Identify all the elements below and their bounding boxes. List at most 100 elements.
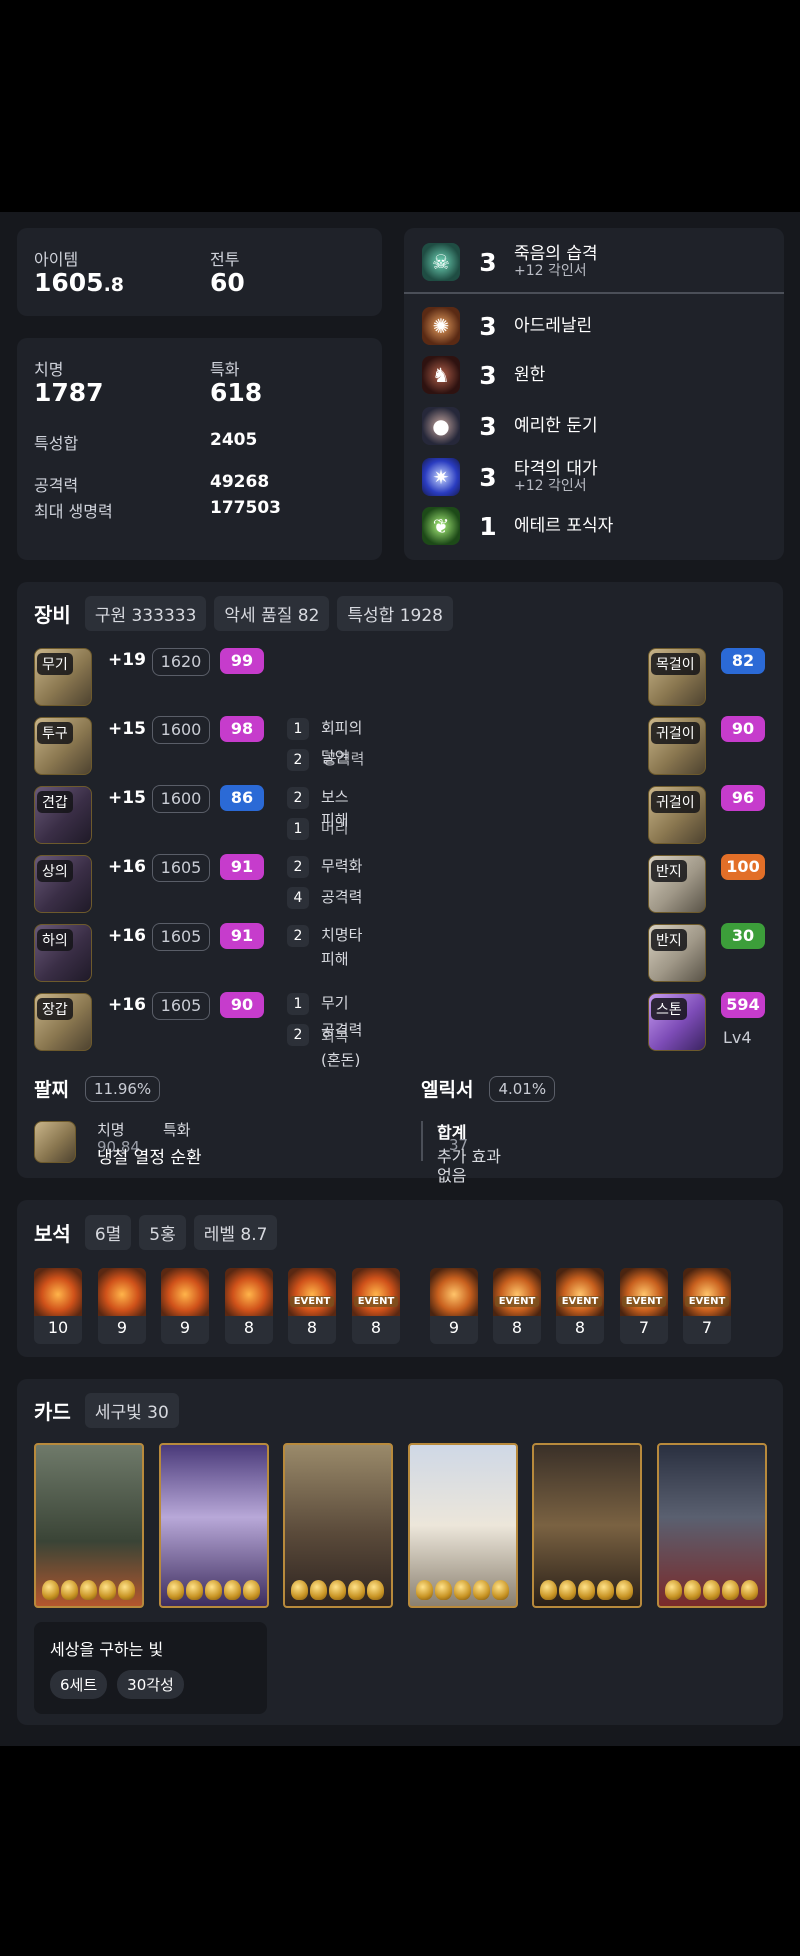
combat-value: 60 (210, 268, 245, 297)
spec-value: 618 (210, 378, 263, 407)
elixir-label: 엘릭서 (421, 1079, 474, 1101)
engraving-name: 타격의 대가 (514, 458, 598, 479)
card-portrait-6[interactable] (657, 1443, 767, 1608)
card-set-box[interactable]: 세상을 구하는 빛 6세트 30각성 (34, 1622, 267, 1714)
effect-name: 공격력 (321, 888, 363, 906)
gem-event-badge: EVENT (495, 1296, 539, 1307)
elixir-pct: 4.01% (489, 1075, 556, 1102)
necklace-slot-icon[interactable]: 목걸이 (648, 648, 706, 706)
item-level-badge: 1600 (152, 785, 210, 813)
chest-slot-icon[interactable]: 상의 (34, 855, 92, 913)
slot-tag: 목걸이 (651, 653, 700, 675)
engraving-sub: +12 각인서 (514, 477, 587, 494)
item-level-badge: 1605 (152, 923, 210, 951)
gem-level: 7 (701, 1318, 713, 1337)
elixir-divider (421, 1121, 423, 1161)
crit-value: 1787 (34, 378, 104, 407)
gems-header: 보석 6멸 5홍 레벨 8.7 (34, 1214, 278, 1250)
engraving-row[interactable]: ☠ 3 죽음의 습격 +12 각인서 (422, 240, 598, 284)
engraving-row[interactable]: ✺ 3 아드레날린 (422, 304, 592, 348)
gem-icon (620, 1268, 668, 1316)
spec-label: 특화 (210, 360, 240, 379)
gem-slot[interactable]: 9 (161, 1268, 209, 1344)
gem-slot[interactable]: 9 (430, 1268, 478, 1344)
equipment-pill: 악세 품질 82 (214, 595, 330, 631)
awakening-gems (416, 1580, 509, 1600)
engraving-row[interactable]: ♞ 3 원한 (422, 353, 545, 397)
quality-badge: 90 (721, 716, 765, 742)
engraving-row[interactable]: ● 3 예리한 둔기 (422, 404, 598, 448)
weapon-slot-icon[interactable]: 무기 (34, 648, 92, 706)
gem-slot[interactable]: 10 (34, 1268, 82, 1344)
pants-slot-icon[interactable]: 하의 (34, 924, 92, 982)
slot-tag: 반지 (651, 860, 687, 882)
engraving-row[interactable]: ❦ 1 에테르 포식자 (422, 504, 613, 548)
item-level-badge: 1605 (152, 854, 210, 882)
hone-level: +19 (108, 650, 146, 670)
effect-level: 2 (287, 856, 309, 878)
equipment-header: 장비 구원 333333 악세 품질 82 특성합 1928 (34, 595, 453, 631)
gems-title: 보석 (34, 1221, 71, 1246)
earring-slot-icon[interactable]: 귀걸이 (648, 717, 706, 775)
shoulder-slot-icon[interactable]: 견갑 (34, 786, 92, 844)
grudge-icon: ♞ (422, 356, 460, 394)
slot-tag: 스톤 (651, 998, 687, 1020)
gem-slot[interactable]: EVENT 8 (556, 1268, 604, 1344)
card-portrait-2[interactable] (159, 1443, 269, 1608)
effect-level: 2 (287, 1024, 309, 1046)
helmet-slot-icon[interactable]: 투구 (34, 717, 92, 775)
attack-label: 공격력 (34, 476, 79, 495)
earring-slot-icon[interactable]: 귀걸이 (648, 786, 706, 844)
engraving-row[interactable]: ✷ 3 타격의 대가 +12 각인서 (422, 455, 598, 499)
effect-level: 2 (287, 787, 309, 809)
quality-badge: 96 (721, 785, 765, 811)
quality-badge: 98 (220, 716, 264, 742)
item-level-badge: 1605 (152, 992, 210, 1020)
effect-name-overlap: 공격력 (323, 750, 365, 768)
ring-slot-icon[interactable]: 반지 (648, 855, 706, 913)
gem-slot[interactable]: EVENT 7 (683, 1268, 731, 1344)
ring-slot-icon[interactable]: 반지 (648, 924, 706, 982)
quality-badge: 82 (721, 648, 765, 674)
gem-level: 9 (116, 1318, 128, 1337)
bracelet-effects: 냉철 열정 순환 (97, 1148, 202, 1168)
awakening-gems (42, 1580, 135, 1600)
hone-level: +15 (108, 719, 146, 739)
engraving-sub: +12 각인서 (514, 262, 587, 279)
slot-tag: 견갑 (37, 791, 73, 813)
gem-slot[interactable]: EVENT 8 (288, 1268, 336, 1344)
cards-title: 카드 (34, 1399, 71, 1424)
card-portrait-1[interactable] (34, 1443, 144, 1608)
card-portrait-4[interactable] (408, 1443, 518, 1608)
gem-icon (430, 1268, 478, 1316)
gem-event-badge: EVENT (290, 1296, 334, 1307)
gem-slot[interactable]: 9 (98, 1268, 146, 1344)
hp-value: 177503 (210, 498, 281, 518)
gem-slot[interactable]: 8 (225, 1268, 273, 1344)
effect-level: 1 (287, 718, 309, 740)
equipment-pill: 구원 333333 (84, 595, 207, 631)
slot-tag: 반지 (651, 929, 687, 951)
engraving-level: 1 (479, 511, 497, 541)
item-level-label: 아이템 (34, 250, 79, 269)
keen-blunt-icon: ● (422, 407, 460, 445)
gloves-slot-icon[interactable]: 장갑 (34, 993, 92, 1051)
stone-slot-icon[interactable]: 스톤 (648, 993, 706, 1051)
cards-pill: 세구빛 30 (84, 1392, 179, 1428)
effect-name: 피해 (321, 950, 349, 968)
stat-total-value: 2405 (210, 430, 258, 450)
gem-event-badge: EVENT (354, 1296, 398, 1307)
awakening-gems (291, 1580, 384, 1600)
card-portrait-3[interactable] (283, 1443, 393, 1608)
gem-slot[interactable]: EVENT 8 (352, 1268, 400, 1344)
gem-slot[interactable]: EVENT 7 (620, 1268, 668, 1344)
gem-level: 8 (306, 1318, 318, 1337)
effect-level: 2 (287, 925, 309, 947)
bracelet-slot-icon[interactable] (34, 1121, 76, 1163)
engraving-name: 원한 (514, 364, 546, 385)
ether-predator-icon: ❦ (422, 507, 460, 545)
engraving-name: 에테르 포식자 (514, 515, 614, 536)
gem-slot[interactable]: EVENT 8 (493, 1268, 541, 1344)
card-portrait-5[interactable] (532, 1443, 642, 1608)
gem-icon (683, 1268, 731, 1316)
